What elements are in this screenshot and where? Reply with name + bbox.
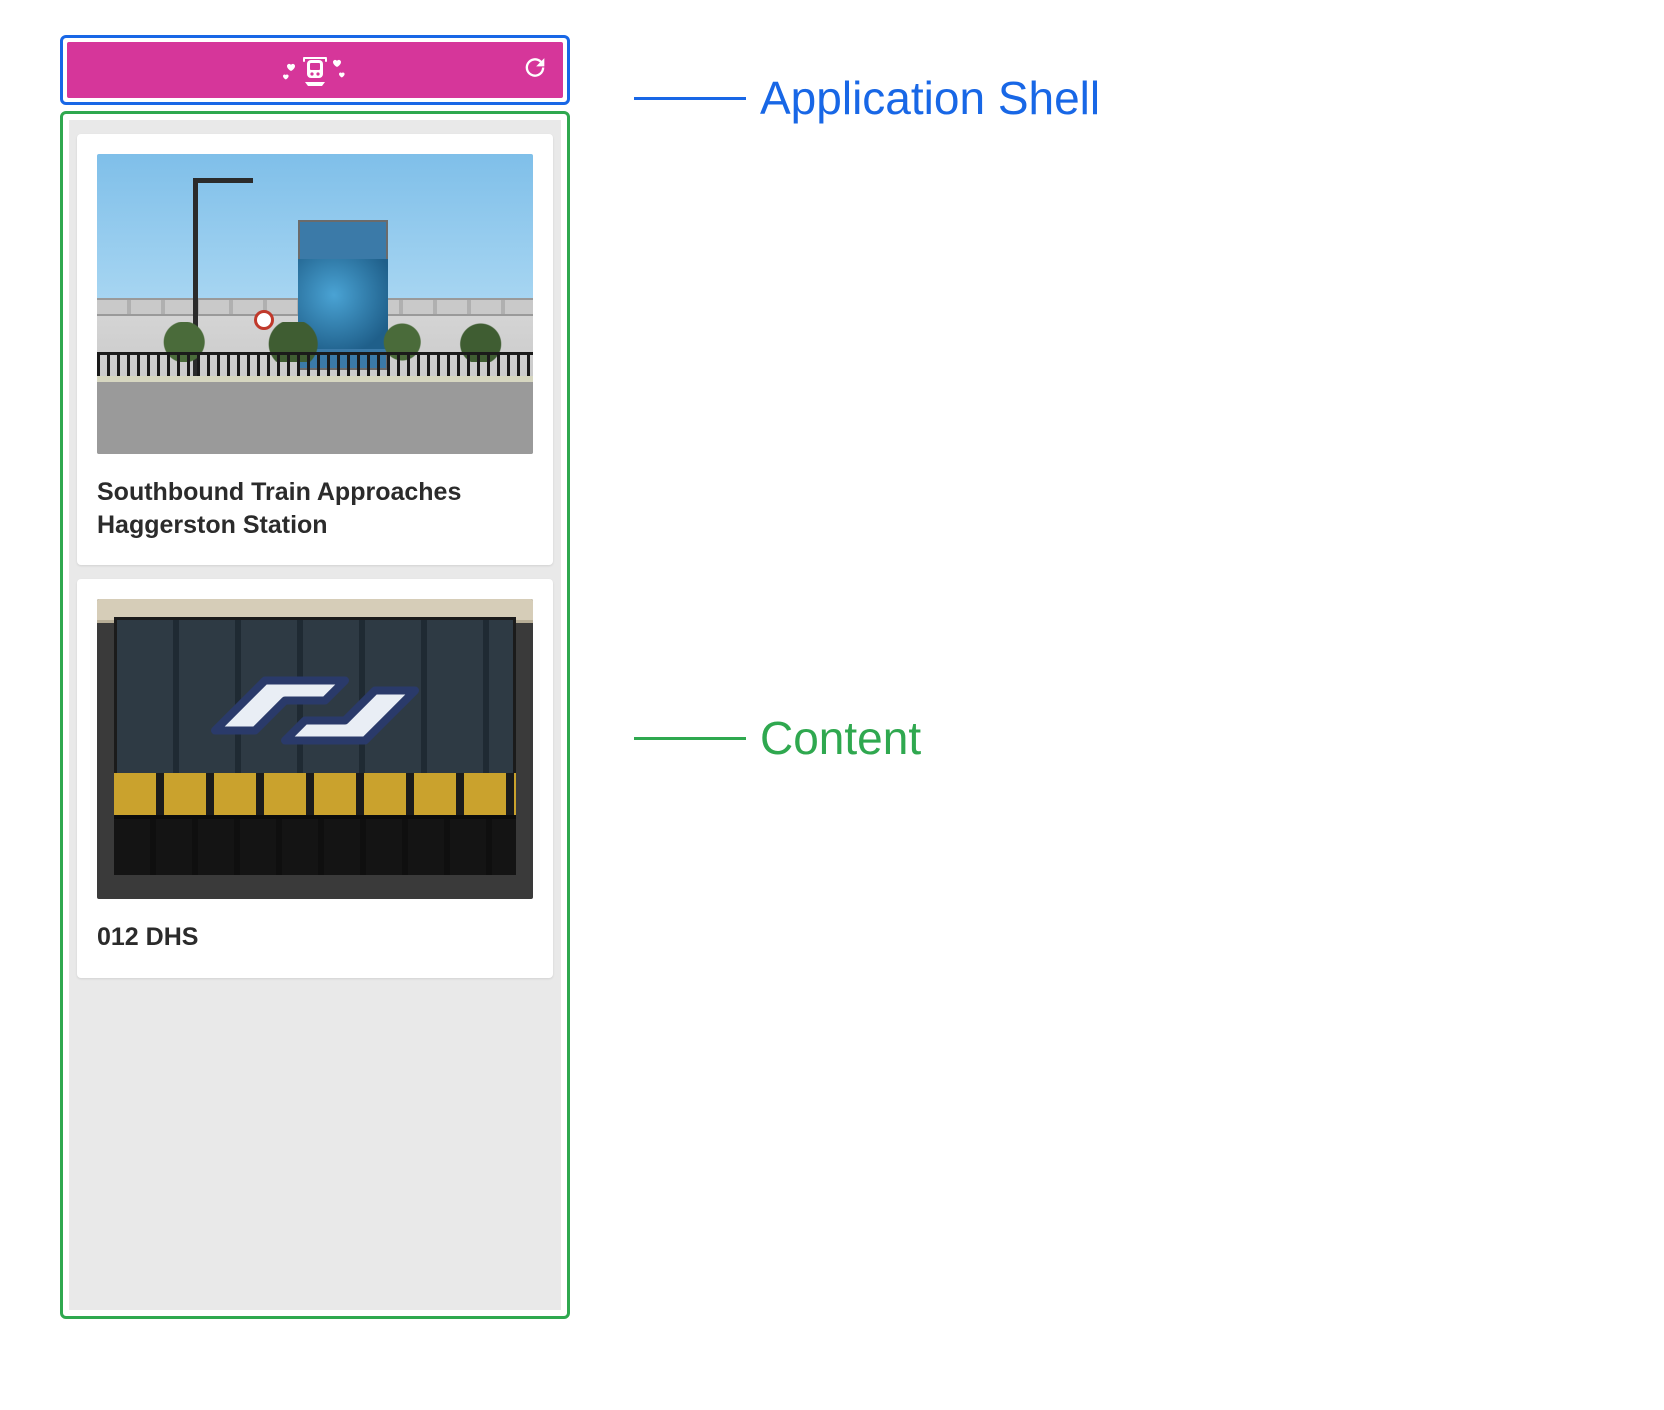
refresh-button[interactable] — [521, 54, 549, 87]
annotation-connector — [634, 737, 746, 740]
card-thumbnail — [97, 599, 533, 899]
content-scroll-area[interactable]: Southbound Train Approaches Haggerston S… — [69, 120, 561, 1310]
diagram-stage: Southbound Train Approaches Haggerston S… — [60, 35, 570, 1319]
train-hearts-logo — [279, 52, 351, 88]
card-title: Southbound Train Approaches Haggerston S… — [97, 476, 533, 541]
annotation-connector — [634, 97, 746, 100]
annotation-label-content: Content — [760, 715, 921, 761]
station-logo-icon — [195, 651, 435, 776]
application-shell-region — [60, 35, 570, 105]
content-region: Southbound Train Approaches Haggerston S… — [60, 111, 570, 1319]
list-item[interactable]: 012 DHS — [77, 579, 553, 978]
refresh-icon — [521, 54, 549, 82]
list-item[interactable]: Southbound Train Approaches Haggerston S… — [77, 134, 553, 565]
phone-frame: Southbound Train Approaches Haggerston S… — [60, 35, 570, 1319]
card-title: 012 DHS — [97, 921, 533, 954]
annotation-label-shell: Application Shell — [760, 75, 1100, 121]
app-bar — [67, 42, 563, 98]
card-thumbnail — [97, 154, 533, 454]
